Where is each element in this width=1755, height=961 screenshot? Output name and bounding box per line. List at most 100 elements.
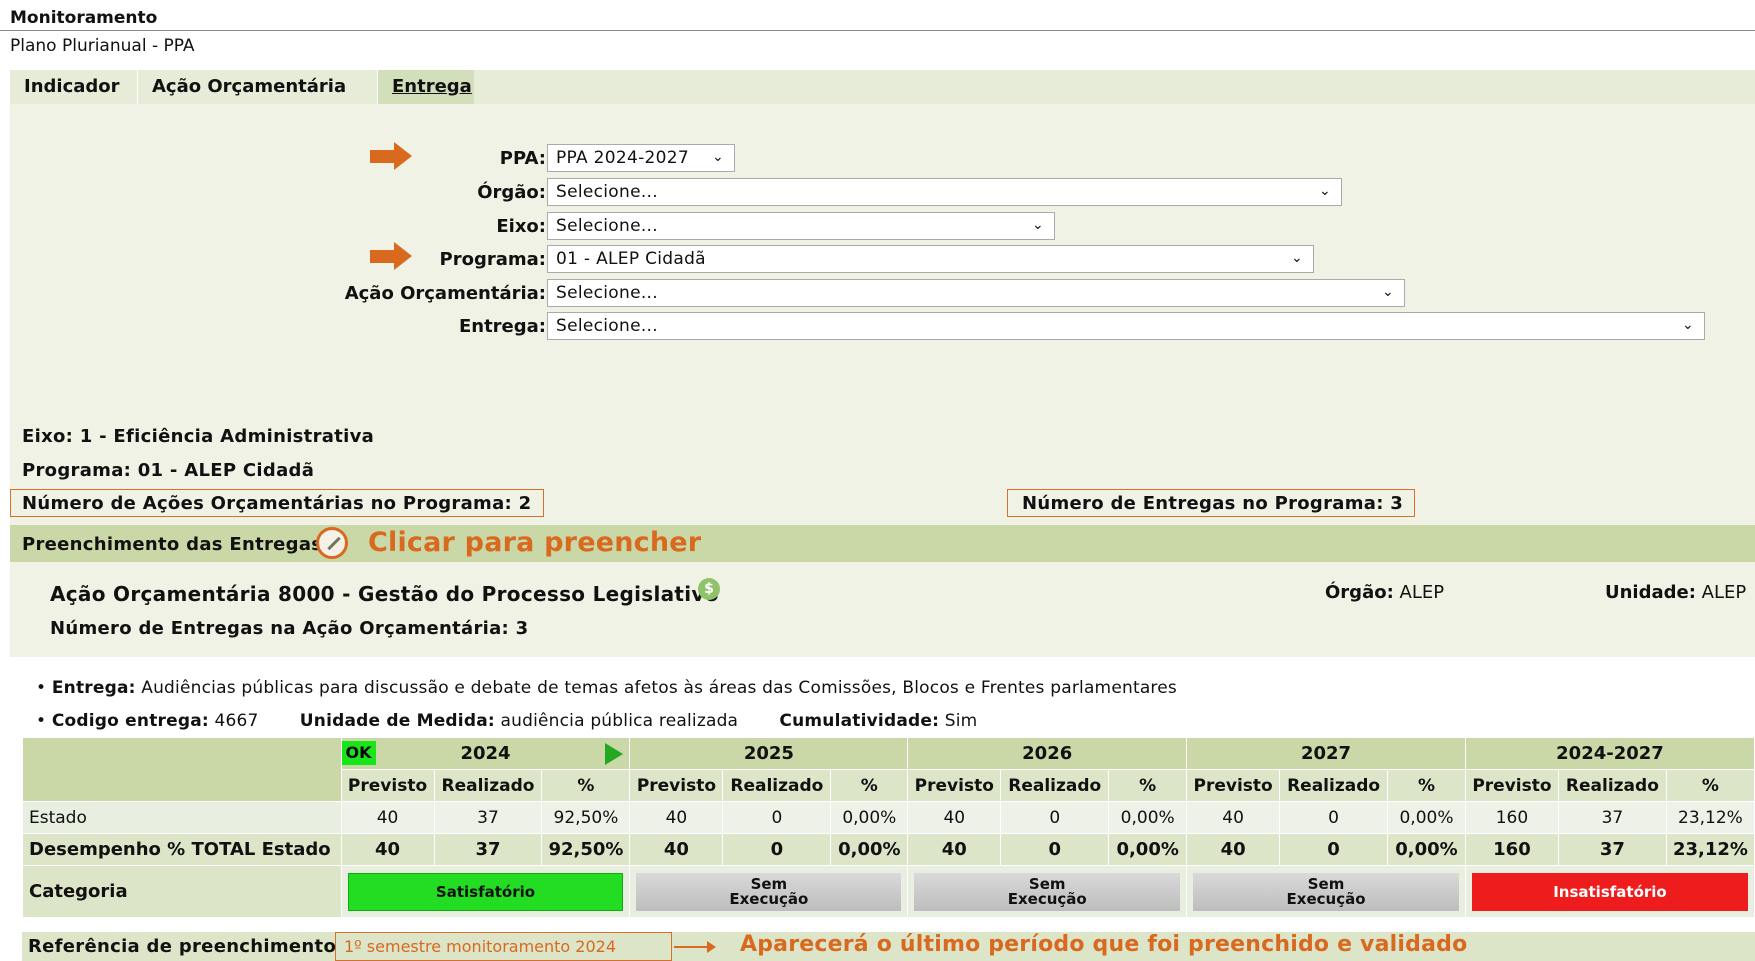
orgao-info-label: Órgão: [1325, 582, 1394, 603]
table-cell: 160 [1464, 801, 1559, 834]
unidade-info-label: Unidade: [1605, 582, 1696, 603]
unidade-info-value: ALEP [1701, 582, 1747, 603]
referencia-row: Referência de preenchimento: 1º semestre… [22, 932, 1755, 961]
categoria-cell: Sem Execução [1186, 865, 1466, 918]
table-row: Estado 40 37 92,50% 40 0 0,00% 40 0 0,00… [22, 801, 1755, 834]
table-cell: 37 [433, 801, 543, 834]
table-cell: 37 [1557, 833, 1667, 866]
col-percent: % [830, 769, 909, 802]
table-cell: 40 [629, 833, 724, 866]
orgao-label: Órgão: [477, 182, 546, 203]
acao-title: Ação Orçamentária 8000 - Gestão do Proce… [50, 582, 719, 606]
categoria-cell: Insatisfatório [1464, 865, 1755, 918]
tab-entrega[interactable]: Entrega [378, 70, 474, 104]
eixo-info: Eixo: 1 - Eficiência Administrativa [22, 426, 375, 447]
col-realizado: Realizado [1000, 769, 1110, 802]
table-cell: 37 [433, 833, 543, 866]
chevron-down-icon: ⌄ [1681, 317, 1694, 333]
col-percent: % [1108, 769, 1188, 802]
programa-select[interactable]: 01 - ALEP Cidadã ⌄ [547, 245, 1314, 273]
cumulatividade-value: Sim [944, 711, 978, 731]
acao-label: Ação Orçamentária: [344, 283, 546, 304]
entrega-label: Entrega: [51, 678, 136, 698]
acao-select-value: Selecione... [556, 283, 658, 303]
categoria-badge-sem-execucao: Sem Execução [1193, 872, 1459, 911]
categoria-badge-sem-execucao: Sem Execução [636, 872, 902, 911]
categoria-row: Categoria Satisfatório Sem Execução Sem … [22, 865, 1755, 918]
page-subtitle: Plano Plurianual - PPA [10, 36, 195, 56]
table-cell: 40 [907, 833, 1002, 866]
categoria-cell: Sem Execução [629, 865, 909, 918]
col-previsto: Previsto [907, 769, 1002, 802]
programa-select-value: 01 - ALEP Cidadã [556, 249, 706, 269]
table-cell: 160 [1464, 833, 1559, 866]
divider [0, 30, 1755, 31]
referencia-value: 1º semestre monitoramento 2024 [335, 932, 672, 961]
ppa-select[interactable]: PPA 2024-2027 ⌄ [547, 144, 735, 172]
table-cell: 0 [1000, 801, 1110, 834]
filter-panel: PPA: PPA 2024-2027 ⌄ Órgão: Selecione...… [10, 104, 1755, 404]
table-cell: 37 [1557, 801, 1667, 834]
entrega-text: Audiências públicas para discussão e deb… [141, 678, 1177, 698]
table-row: Desempenho % TOTAL Estado 40 37 92,50% 4… [22, 833, 1755, 866]
acao-area: Ação Orçamentária 8000 - Gestão do Proce… [10, 562, 1755, 657]
col-percent: % [1665, 769, 1755, 802]
table-corner [22, 737, 342, 802]
num-acoes-info: Número de Ações Orçamentárias no Program… [10, 489, 544, 517]
year-header-2026: 2026 [907, 737, 1188, 770]
eixo-select-value: Selecione... [556, 216, 658, 236]
unidade-info: Unidade: ALEP [1605, 582, 1746, 603]
cumulatividade-label: Cumulatividade: [779, 711, 940, 731]
col-previsto: Previsto [1186, 769, 1281, 802]
table-cell: 0,00% [1108, 801, 1188, 834]
orgao-info-value: ALEP [1399, 582, 1445, 603]
entrega-select[interactable]: Selecione... ⌄ [547, 312, 1705, 340]
orgao-select[interactable]: Selecione... ⌄ [547, 178, 1342, 206]
table-cell: 23,12% [1665, 801, 1755, 834]
categoria-text: Execução [1007, 889, 1087, 908]
col-realizado: Realizado [722, 769, 832, 802]
table-cell: 40 [629, 801, 724, 834]
col-previsto: Previsto [629, 769, 724, 802]
eixo-select[interactable]: Selecione... ⌄ [547, 212, 1055, 240]
acao-num-entregas: Número de Entregas na Ação Orçamentária:… [50, 618, 529, 639]
year-header-row: OK 2024 2025 2026 2027 2024-2027 [22, 737, 1755, 802]
chevron-down-icon: ⌄ [1031, 217, 1044, 233]
table-cell: 0 [722, 801, 832, 834]
table-cell: 40 [1186, 801, 1281, 834]
tab-indicador[interactable]: Indicador [10, 70, 138, 104]
entrega-select-value: Selecione... [556, 316, 658, 336]
codigo-bullet: • Codigo entrega: 4667 Unidade de Medida… [36, 711, 978, 731]
programa-info: Programa: 01 - ALEP Cidadã [22, 460, 315, 481]
categoria-text: Insatisfatório [1553, 882, 1667, 901]
table-cell: 0 [1279, 801, 1389, 834]
table-cell: 0 [1000, 833, 1110, 866]
row-label: Desempenho % TOTAL Estado [22, 833, 342, 866]
ok-badge[interactable]: OK [341, 741, 376, 765]
acao-select[interactable]: Selecione... ⌄ [547, 279, 1405, 307]
codigo-value: 4667 [214, 711, 259, 731]
year-header-total: 2024-2027 [1464, 737, 1755, 770]
categoria-label: Categoria [22, 865, 342, 918]
col-realizado: Realizado [1279, 769, 1389, 802]
table-cell: 92,50% [541, 801, 631, 834]
money-icon[interactable]: $ [698, 578, 720, 600]
edit-icon[interactable] [316, 527, 348, 559]
categoria-cell: Sem Execução [907, 865, 1188, 918]
table-cell: 0,00% [830, 801, 909, 834]
table-cell: 40 [907, 801, 1002, 834]
unidade-medida-label: Unidade de Medida: [299, 711, 495, 731]
tab-acao-orcamentaria[interactable]: Ação Orçamentária [138, 70, 378, 104]
table-cell: 40 [340, 801, 435, 834]
table-cell: 0 [722, 833, 832, 866]
play-icon[interactable] [605, 743, 624, 765]
table-cell: 0 [1279, 833, 1389, 866]
entregas-table: OK 2024 2025 2026 2027 2024-2027 Previst… [22, 737, 1755, 918]
table-cell: 23,12% [1665, 833, 1755, 866]
chevron-down-icon: ⌄ [1290, 250, 1303, 266]
categoria-cell: Satisfatório [340, 865, 631, 918]
table-cell: 0,00% [1387, 833, 1466, 866]
categoria-badge-insatisfatorio: Insatisfatório [1471, 872, 1748, 911]
col-realizado: Realizado [1557, 769, 1667, 802]
row-label: Estado [22, 801, 342, 834]
